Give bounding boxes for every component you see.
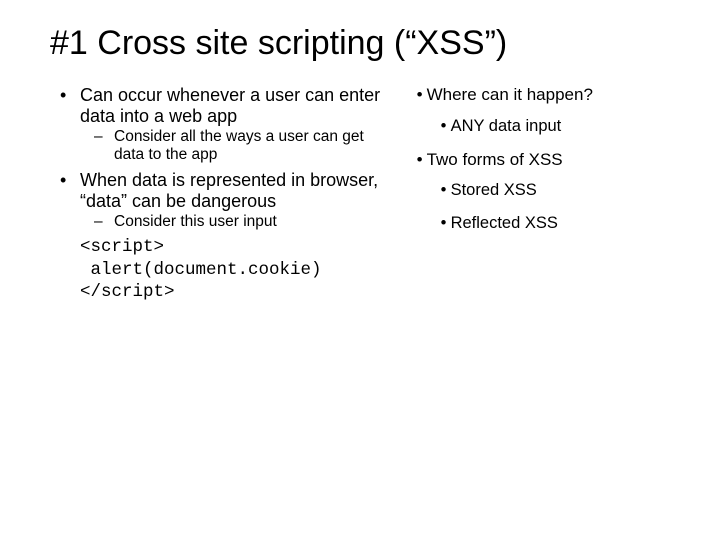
- bullet-level2: Consider all the ways a user can get dat…: [50, 128, 387, 164]
- left-column: Can occur whenever a user can enter data…: [50, 85, 397, 303]
- bullet-level2: ANY data input: [417, 117, 680, 136]
- bullet-level1: Where can it happen?: [417, 85, 680, 105]
- bullet-level2: Reflected XSS: [417, 214, 680, 233]
- slide-title: #1 Cross site scripting (“XSS”): [50, 24, 680, 63]
- code-line: <script>: [80, 237, 387, 258]
- bullet-level1: Two forms of XSS: [417, 150, 680, 170]
- code-line: </script>: [80, 282, 387, 303]
- right-column: Where can it happen? ANY data input Two …: [397, 85, 680, 247]
- bullet-level2: Stored XSS: [417, 181, 680, 200]
- slide: #1 Cross site scripting (“XSS”) Can occu…: [0, 0, 720, 540]
- code-line: alert(document.cookie): [80, 260, 387, 281]
- bullet-level1: Can occur whenever a user can enter data…: [50, 85, 387, 126]
- bullet-level2: Consider this user input: [50, 213, 387, 231]
- content-columns: Can occur whenever a user can enter data…: [50, 85, 680, 303]
- bullet-level1: When data is represented in browser, “da…: [50, 170, 387, 211]
